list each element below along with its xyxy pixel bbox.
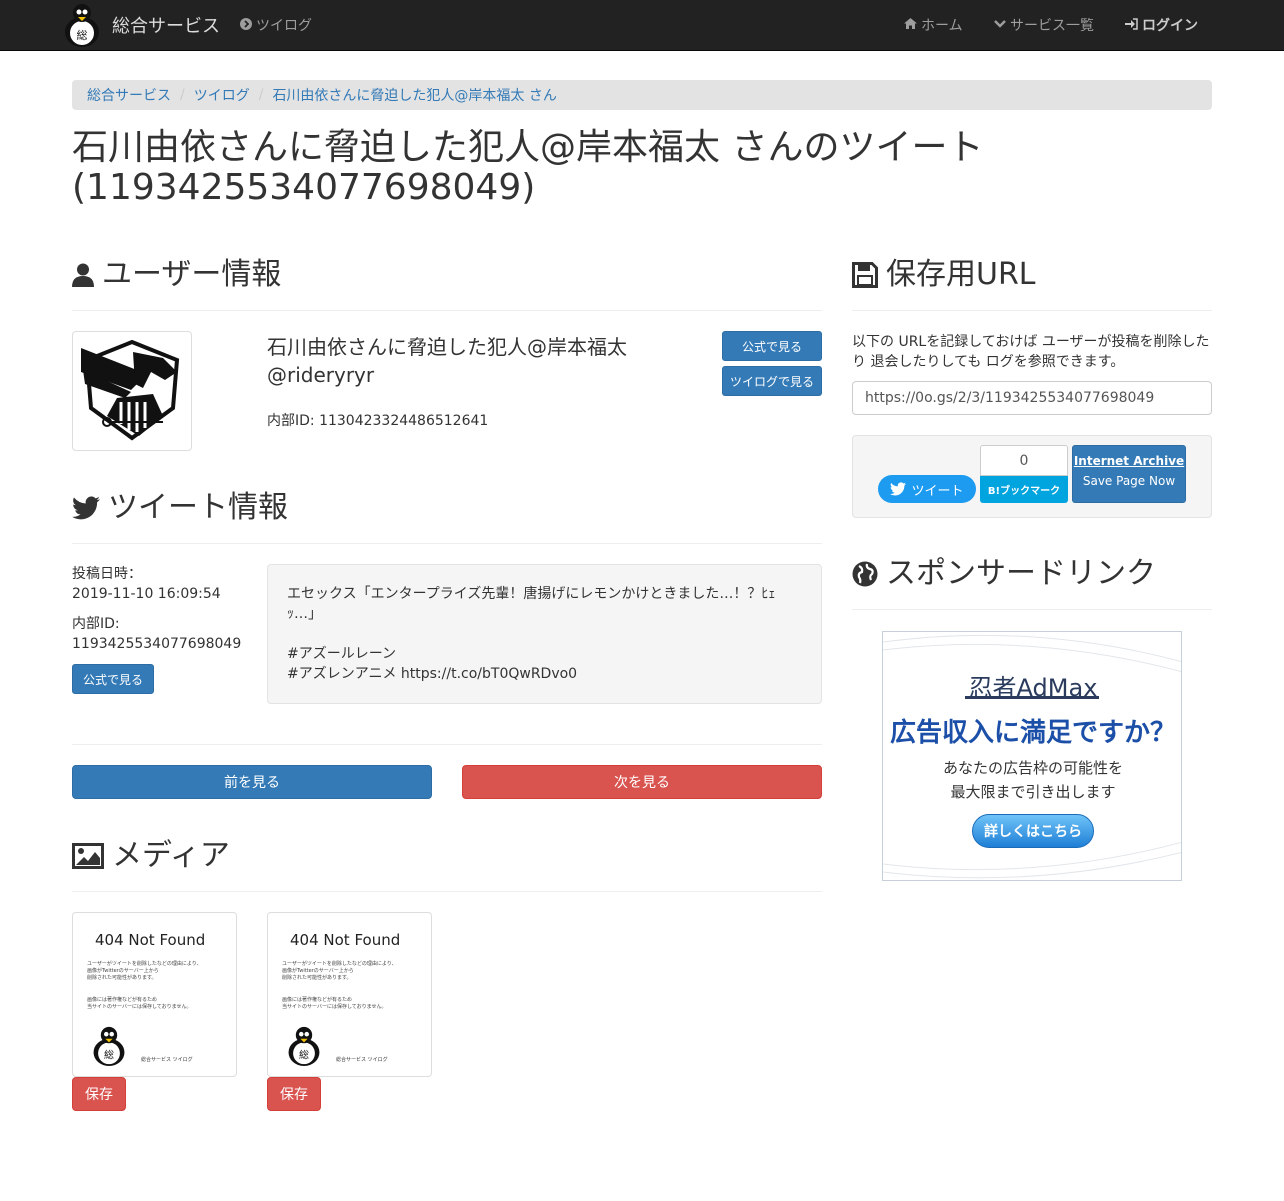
tweet-id-value: 1193425534077698049 (72, 636, 242, 652)
nav-twilog-label: ツイログ (256, 18, 312, 34)
brand-link[interactable]: 総 総合サービス (60, 0, 220, 50)
penguin-logo-icon: 総 (65, 4, 99, 47)
nav-services-dropdown[interactable]: サービス一覧 (994, 15, 1094, 35)
home-icon (904, 18, 917, 32)
user-official-button[interactable]: 公式で見る (722, 331, 822, 361)
breadcrumb-item-twilog[interactable]: ツイログ (194, 85, 250, 105)
nav-login-link[interactable]: ログイン (1125, 15, 1198, 35)
sponsor-heading: スポンサードリンク (852, 556, 1156, 592)
save-url-description: 以下の URLを記録しておけば ユーザーが投稿を削除したり 退会したりしても ロ… (852, 334, 1210, 370)
penguin-mascot-icon: 総 (288, 1026, 320, 1066)
svg-text:総: 総 (77, 28, 88, 42)
internet-archive-button[interactable]: Internet Archive Save Page Now (1072, 445, 1186, 503)
tweet-share-button[interactable]: ツイート (878, 475, 976, 503)
divider (72, 543, 822, 544)
divider (72, 310, 822, 311)
divider (72, 744, 822, 745)
hatena-bookmark-widget[interactable]: 0 B!ブックマーク (980, 445, 1068, 503)
user-avatar (72, 331, 192, 451)
archive-subtitle: Save Page Now (1082, 474, 1176, 488)
sign-in-icon (1125, 17, 1138, 33)
ad-subtext: あなたの広告枠の可能性を 最大限まで引き出します (942, 759, 1123, 801)
save-media-button[interactable]: 保存 (267, 1077, 321, 1111)
page-title: 石川由依さんに脅迫した犯人@岸本福太 さんのツイート (119342553407… (72, 127, 984, 208)
media-thumbnail[interactable]: 404 Not Found ユーザーがツイートを削除したなどの理由により、 画像… (267, 912, 432, 1077)
not-found-text: 画像には著作権などが有るため 当サイトのサーバーには保存しておりません。 (282, 997, 387, 1010)
tweet-official-button[interactable]: 公式で見る (72, 664, 154, 694)
thumbnail-credit: 総合サービス ツイログ (141, 1057, 193, 1063)
ad-banner[interactable]: 忍者AdMax 広告収入に満足ですか？ あなたの広告枠の可能性を 最大限まで引き… (882, 631, 1182, 881)
hatena-bookmark-button[interactable]: B!ブックマーク (980, 476, 1068, 503)
twitter-bird-icon (890, 482, 907, 496)
breadcrumb-separator: / (258, 87, 264, 103)
user-name-block: 石川由依さんに脅迫した犯人@岸本福太 @rideryryr (267, 333, 627, 389)
chevron-circle-right-icon (240, 17, 252, 33)
twitter-bird-icon (72, 496, 100, 520)
chevron-down-icon (994, 18, 1006, 32)
not-found-text: ユーザーがツイートを削除したなどの理由により、 画像がTwitterのサーバー上… (282, 961, 397, 981)
not-found-title: 404 Not Found (290, 931, 401, 949)
user-icon (72, 263, 94, 287)
top-navbar: 総 総合サービス ツイログ ホーム サービス一覧 ログイン (0, 0, 1284, 51)
user-twilog-button[interactable]: ツイログで見る (722, 366, 822, 396)
user-display-name: 石川由依さんに脅迫した犯人@岸本福太 (267, 335, 627, 359)
image-icon (72, 843, 104, 869)
nav-services-label: サービス一覧 (1010, 18, 1094, 34)
nav-login-label: ログイン (1142, 18, 1198, 34)
not-found-title: 404 Not Found (95, 931, 206, 949)
breadcrumb-item-user[interactable]: 石川由依さんに脅迫した犯人@岸本福太 さん (272, 85, 556, 105)
tweet-info-heading-text: ツイート情報 (108, 490, 288, 525)
ad-logo-underline (965, 696, 1099, 699)
tweet-id-label: 内部ID: (72, 616, 120, 632)
svg-text:総: 総 (104, 1049, 114, 1062)
brand-name: 総合サービス (112, 16, 220, 37)
media-heading-text: メディア (112, 838, 230, 873)
user-internal-id: 内部ID: 1130423324486512641 (267, 413, 489, 429)
tweet-share-label: ツイート (911, 483, 964, 499)
nav-twilog-link[interactable]: ツイログ (240, 15, 312, 35)
penguin-mascot-icon: 総 (93, 1026, 125, 1066)
posted-value: 2019-11-10 16:09:54 (72, 586, 221, 602)
nav-home-label: ホーム (921, 18, 963, 34)
ad-cta-button[interactable]: 詳しくはこちら (972, 814, 1094, 848)
svg-text:総: 総 (299, 1049, 309, 1062)
save-url-heading-text: 保存用URL (886, 257, 1036, 292)
media-thumbnail[interactable]: 404 Not Found ユーザーがツイートを削除したなどの理由により、 画像… (72, 912, 237, 1077)
save-url-input[interactable] (852, 381, 1212, 415)
media-heading: メディア (72, 838, 230, 874)
globe-icon (852, 561, 878, 587)
sponsor-heading-text: スポンサードリンク (886, 556, 1156, 591)
breadcrumb-separator: / (180, 87, 185, 103)
next-button[interactable]: 次を見る (462, 765, 822, 799)
not-found-text: 画像には著作権などが有るため 当サイトのサーバーには保存しておりません。 (87, 997, 192, 1010)
divider (852, 609, 1212, 610)
divider (852, 310, 1212, 311)
nav-home-link[interactable]: ホーム (904, 15, 963, 35)
floppy-disk-icon (852, 262, 878, 288)
thumbnail-credit: 総合サービス ツイログ (336, 1057, 388, 1063)
eagle-emblem-icon (81, 339, 180, 441)
save-media-button[interactable]: 保存 (72, 1077, 126, 1111)
posted-label: 投稿日時： (72, 566, 142, 582)
divider (72, 891, 822, 892)
user-info-heading-text: ユーザー情報 (102, 257, 282, 292)
not-found-text: ユーザーがツイートを削除したなどの理由により、 画像がTwitterのサーバー上… (87, 961, 202, 981)
prev-button[interactable]: 前を見る (72, 765, 432, 799)
breadcrumb: 総合サービス / ツイログ / 石川由依さんに脅迫した犯人@岸本福太 さん (72, 80, 1212, 110)
tweet-info-heading: ツイート情報 (72, 490, 288, 526)
tweet-text: エセックス「エンタープライズ先輩！唐揚げにレモンかけときました…！？ﾋｪｯ…」 … (267, 564, 822, 704)
user-screen-name: @rideryryr (267, 363, 375, 387)
ad-headline: 広告収入に満足ですか？ (889, 718, 1176, 748)
user-info-heading: ユーザー情報 (72, 257, 281, 293)
breadcrumb-item-home[interactable]: 総合サービス (87, 85, 171, 105)
hatena-count: 0 (980, 445, 1068, 476)
archive-title: Internet Archive (1073, 454, 1185, 468)
save-url-heading: 保存用URL (852, 257, 1036, 293)
